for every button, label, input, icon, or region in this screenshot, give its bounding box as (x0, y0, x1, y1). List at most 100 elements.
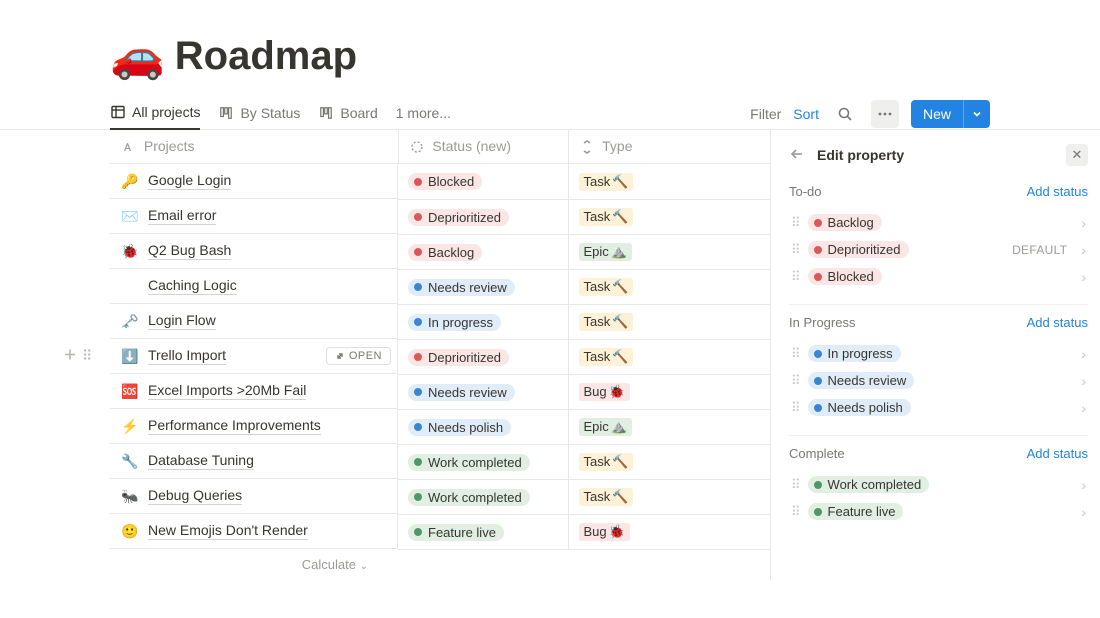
type-cell[interactable]: Task🔨 (568, 199, 770, 234)
drag-icon[interactable]: ⠿ (791, 504, 800, 520)
search-icon[interactable] (831, 100, 859, 128)
status-cell[interactable]: Backlog (398, 234, 568, 269)
projects-table: Projects Status (new) Type 🔑Google Login… (110, 130, 770, 580)
status-pill: Work completed (408, 454, 530, 471)
tab-all-projects[interactable]: All projects (110, 98, 200, 130)
table-row[interactable]: 🗝️Login Flow In progress Task🔨 (110, 304, 770, 339)
close-icon[interactable]: ✕ (1066, 144, 1088, 166)
tab-by-status[interactable]: By Status (218, 99, 300, 129)
status-cell[interactable]: In progress (398, 304, 568, 339)
page-title[interactable]: Roadmap (175, 34, 357, 79)
column-status[interactable]: Status (new) (398, 130, 568, 164)
row-emoji: ⚡ (120, 418, 140, 435)
project-cell[interactable]: 🐜Debug Queries (110, 479, 398, 514)
table-row[interactable]: Caching LogicNeeds reviewTask🔨 (110, 269, 770, 304)
table-row[interactable]: ⬇️Trello Import⠿OPENDeprioritizedTask🔨 (110, 339, 770, 374)
page-emoji[interactable]: 🚗 (110, 30, 165, 82)
drag-icon[interactable]: ⠿ (791, 400, 800, 416)
sort-button[interactable]: Sort (793, 106, 819, 122)
status-pill: In progress (408, 314, 501, 331)
table-row[interactable]: ✉️Email errorDeprioritizedTask🔨 (110, 199, 770, 234)
new-button[interactable]: New (911, 100, 990, 128)
status-pill: Feature live (408, 524, 504, 541)
open-button[interactable]: OPEN (326, 347, 391, 365)
project-cell[interactable]: ⬇️Trello Import⠿OPEN (110, 339, 398, 374)
row-emoji: 🙂 (120, 523, 140, 540)
table-row[interactable]: 🆘Excel Imports >20Mb FailNeeds reviewBug… (110, 374, 770, 409)
project-cell[interactable]: 🔑Google Login (110, 164, 398, 199)
row-title: Q2 Bug Bash (148, 242, 231, 260)
filter-button[interactable]: Filter (750, 106, 781, 122)
table-row[interactable]: 🐜Debug Queries Work completed Task🔨 (110, 479, 770, 514)
status-cell[interactable]: Work completed (398, 479, 568, 514)
type-cell[interactable]: Bug🐞 (568, 374, 770, 409)
default-label: DEFAULT (1012, 243, 1067, 257)
type-cell[interactable]: Epic⛰️ (568, 234, 770, 269)
drag-icon[interactable]: ⠿ (791, 269, 800, 285)
status-option[interactable]: ⠿DeprioritizedDEFAULT› (789, 236, 1088, 263)
status-cell[interactable]: Blocked (398, 164, 568, 200)
status-pill: Work completed (408, 489, 530, 506)
column-type[interactable]: Type (568, 130, 770, 164)
status-option[interactable]: ⠿Backlog› (789, 209, 1088, 236)
column-projects[interactable]: Projects (110, 130, 398, 164)
more-icon[interactable] (871, 100, 899, 128)
project-cell[interactable]: 🔧Database Tuning (110, 444, 398, 479)
status-option[interactable]: ⠿Work completed› (789, 471, 1088, 498)
drag-icon[interactable]: ⠿ (791, 346, 800, 362)
drag-icon[interactable]: ⠿ (791, 215, 800, 231)
type-cell[interactable]: Task🔨 (568, 304, 770, 339)
status-option[interactable]: ⠿Needs polish› (789, 394, 1088, 421)
status-cell[interactable]: Feature live (398, 514, 568, 549)
chevron-right-icon: › (1081, 269, 1086, 285)
type-cell[interactable]: Epic⛰️ (568, 409, 770, 444)
calculate-button[interactable]: Calculate ⌄ (110, 549, 398, 580)
board-icon (318, 105, 334, 121)
chevron-down-icon[interactable] (963, 100, 990, 128)
status-cell[interactable]: Work completed (398, 444, 568, 479)
table-row[interactable]: ⚡Performance Improvements Needs polish Epi… (110, 409, 770, 444)
status-cell[interactable]: Needs review (398, 269, 568, 304)
status-pill: Blocked (408, 173, 482, 190)
status-cell[interactable]: Needs polish (398, 409, 568, 444)
status-cell[interactable]: Deprioritized (398, 199, 568, 234)
status-option[interactable]: ⠿ Blocked › (789, 263, 1088, 290)
back-icon[interactable] (789, 146, 805, 165)
add-status-button[interactable]: Add status (1027, 315, 1088, 330)
type-cell[interactable]: Task🔨 (568, 164, 770, 200)
status-option[interactable]: ⠿Feature live› (789, 498, 1088, 525)
project-cell[interactable]: 🗝️Login Flow (110, 304, 398, 339)
status-pill: Blocked (808, 268, 882, 285)
type-tag: Epic⛰️ (579, 418, 632, 436)
status-cell[interactable]: Deprioritized (398, 339, 568, 374)
status-option[interactable]: ⠿In progress› (789, 340, 1088, 367)
add-status-button[interactable]: Add status (1027, 184, 1088, 199)
status-cell[interactable]: Needs review (398, 374, 568, 409)
drag-icon[interactable]: ⠿ (82, 348, 91, 365)
drag-icon[interactable]: ⠿ (791, 477, 800, 493)
add-status-button[interactable]: Add status (1027, 446, 1088, 461)
table-row[interactable]: 🙂New Emojis Don't Render Feature live Bug🐞 (110, 514, 770, 549)
table-row[interactable]: 🔑Google Login Blocked Task🔨 (110, 164, 770, 200)
project-cell[interactable]: ⚡Performance Improvements (110, 409, 398, 444)
project-cell[interactable]: 🐞Q2 Bug Bash (110, 234, 398, 269)
project-cell[interactable]: ✉️Email error (110, 199, 398, 234)
status-option[interactable]: ⠿Needs review› (789, 367, 1088, 394)
type-cell[interactable]: Task🔨 (568, 339, 770, 374)
table-row[interactable]: 🔧Database Tuning Work completed Task🔨 (110, 444, 770, 479)
status-pill: Needs polish (408, 419, 511, 436)
group-name: Complete (789, 446, 845, 461)
tab-more[interactable]: 1 more... (396, 99, 451, 129)
project-cell[interactable]: 🆘Excel Imports >20Mb Fail (110, 374, 398, 409)
project-cell[interactable]: 🙂New Emojis Don't Render (110, 514, 398, 549)
type-cell[interactable]: Task🔨 (568, 444, 770, 479)
add-icon[interactable] (62, 347, 78, 366)
table-row[interactable]: 🐞Q2 Bug BashBacklogEpic⛰️ (110, 234, 770, 269)
drag-icon[interactable]: ⠿ (791, 242, 800, 258)
type-cell[interactable]: Task🔨 (568, 479, 770, 514)
type-cell[interactable]: Bug🐞 (568, 514, 770, 549)
tab-board[interactable]: Board (318, 99, 377, 129)
type-cell[interactable]: Task🔨 (568, 269, 770, 304)
drag-icon[interactable]: ⠿ (791, 373, 800, 389)
project-cell[interactable]: Caching Logic (110, 269, 398, 304)
